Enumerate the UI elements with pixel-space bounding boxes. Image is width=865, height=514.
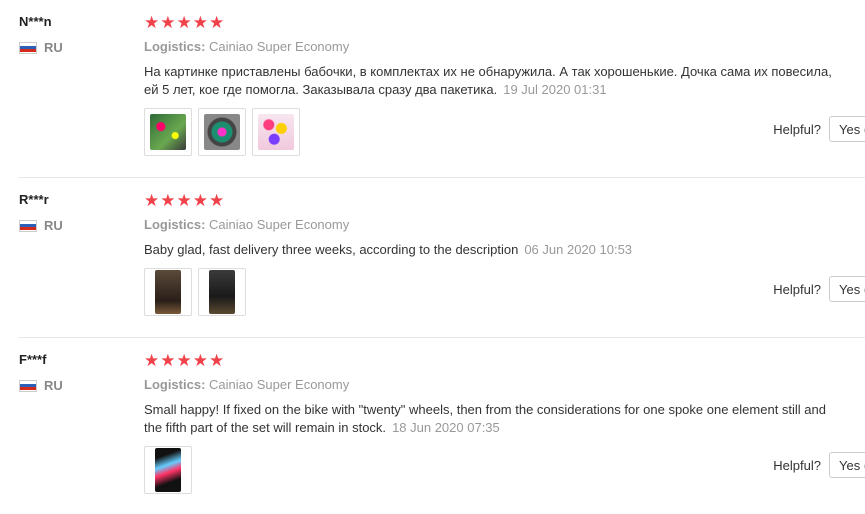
- review-photos: [144, 268, 246, 316]
- star-rating: ★★★★★: [144, 13, 226, 32]
- review-photo-thumbnail[interactable]: [144, 108, 192, 156]
- photo-image: [209, 270, 235, 314]
- russia-flag-icon: [19, 379, 37, 392]
- review-photo-thumbnail[interactable]: [144, 268, 192, 316]
- reviewer-country: RU: [19, 40, 63, 55]
- helpful-label: Helpful?: [773, 121, 821, 137]
- helpful-section: Helpful? Yes (: [773, 116, 865, 142]
- logistics-label: Logistics:: [144, 377, 206, 392]
- helpful-section: Helpful? Yes (: [773, 276, 865, 302]
- logistics-info: Logistics: Cainiao Super Economy: [144, 217, 349, 232]
- photo-image: [258, 114, 294, 150]
- review-date: 19 Jul 2020 01:31: [503, 82, 607, 97]
- helpful-section: Helpful? Yes (: [773, 452, 865, 478]
- photo-image: [150, 114, 186, 150]
- photo-image: [204, 114, 240, 150]
- logistics-value: Cainiao Super Economy: [209, 377, 350, 392]
- review-body: Baby glad, fast delivery three weeks, ac…: [144, 242, 519, 257]
- logistics-label: Logistics:: [144, 39, 206, 54]
- review-text: Baby glad, fast delivery three weeks, ac…: [144, 241, 844, 259]
- reviewer-country: RU: [19, 218, 63, 233]
- russia-flag-icon: [19, 41, 37, 54]
- review-divider: [18, 337, 865, 338]
- reviewer-name: F***f: [19, 352, 47, 367]
- helpful-yes-button[interactable]: Yes (: [829, 452, 865, 478]
- russia-flag-icon: [19, 219, 37, 232]
- logistics-label: Logistics:: [144, 217, 206, 232]
- logistics-value: Cainiao Super Economy: [209, 39, 350, 54]
- reviewer-name: R***r: [19, 192, 49, 207]
- star-rating: ★★★★★: [144, 351, 226, 370]
- helpful-label: Helpful?: [773, 457, 821, 473]
- review-text: На картинке приставлены бабочки, в компл…: [144, 63, 844, 99]
- helpful-label: Helpful?: [773, 281, 821, 297]
- review-date: 06 Jun 2020 10:53: [524, 242, 633, 257]
- review-photo-thumbnail[interactable]: [198, 108, 246, 156]
- logistics-info: Logistics: Cainiao Super Economy: [144, 39, 349, 54]
- review-photo-thumbnail[interactable]: [252, 108, 300, 156]
- review-photo-thumbnail[interactable]: [198, 268, 246, 316]
- logistics-info: Logistics: Cainiao Super Economy: [144, 377, 349, 392]
- review-divider: [18, 177, 865, 178]
- review-photos: [144, 446, 192, 494]
- logistics-value: Cainiao Super Economy: [209, 217, 350, 232]
- star-rating: ★★★★★: [144, 191, 226, 210]
- country-code: RU: [44, 218, 63, 233]
- helpful-yes-button[interactable]: Yes (: [829, 276, 865, 302]
- country-code: RU: [44, 378, 63, 393]
- helpful-yes-button[interactable]: Yes (: [829, 116, 865, 142]
- review-date: 18 Jun 2020 07:35: [392, 420, 500, 435]
- review-photos: [144, 108, 300, 156]
- reviewer-name: N***n: [19, 14, 52, 29]
- photo-image: [155, 448, 181, 492]
- photo-image: [155, 270, 181, 314]
- review-body: На картинке приставлены бабочки, в компл…: [144, 64, 832, 97]
- review-photo-thumbnail[interactable]: [144, 446, 192, 494]
- review-text: Small happy! If fixed on the bike with "…: [144, 401, 844, 437]
- reviewer-country: RU: [19, 378, 63, 393]
- country-code: RU: [44, 40, 63, 55]
